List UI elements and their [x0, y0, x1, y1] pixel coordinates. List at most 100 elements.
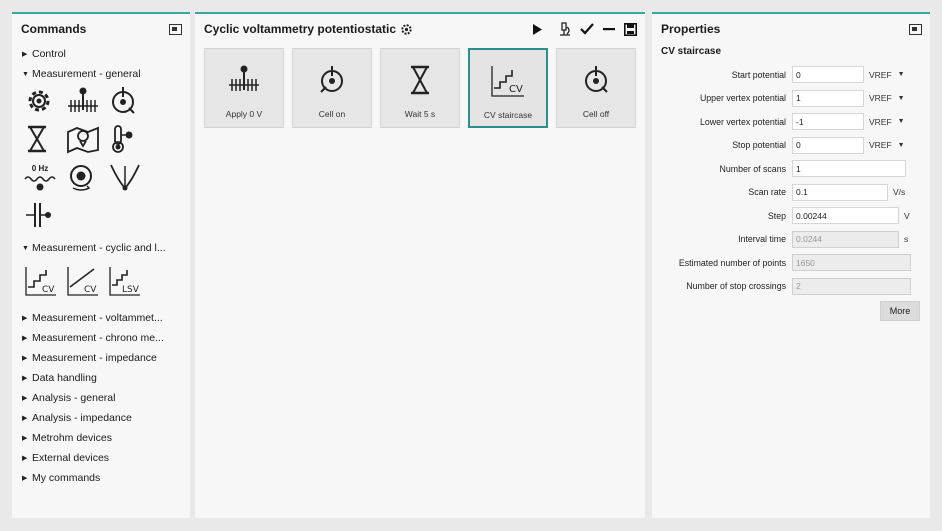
step-label: CV staircase	[483, 110, 533, 120]
pin-panel-icon[interactable]	[169, 23, 182, 35]
tree-item-label: Measurement - cyclic and l...	[32, 242, 166, 254]
thermometer-icon[interactable]	[108, 122, 150, 156]
tree-item-label: Measurement - chrono me...	[32, 332, 164, 344]
step-label: Cell on	[318, 109, 346, 119]
unit-label: V	[899, 211, 910, 221]
map-pin-icon[interactable]	[66, 122, 108, 156]
category-list: ▶ Measurement - voltammet... ▶ Measurement …	[12, 308, 190, 488]
property-row: Lower vertex potential -1 VREF ▼	[652, 110, 930, 134]
property-label: Step	[767, 210, 786, 221]
unit-label[interactable]: VREF ▼	[864, 70, 905, 80]
dropdown-arrow-icon[interactable]: ▼	[898, 142, 905, 149]
tree-item-label: Metrohm devices	[32, 432, 112, 444]
property-input[interactable]: 1	[792, 160, 906, 178]
unit-text: VREF	[869, 140, 892, 151]
step-cell-off[interactable]: Cell off	[556, 48, 636, 128]
collapsed-arrow-icon: ▶	[22, 435, 28, 442]
property-label: Number of stop crossings	[686, 281, 786, 292]
collapsed-arrow-icon: ▶	[22, 475, 28, 482]
tree-item-category[interactable]: ▶ Measurement - impedance	[12, 348, 190, 368]
cv-staircase-icon[interactable]: CV	[24, 264, 66, 298]
property-input[interactable]: 0	[792, 66, 864, 84]
property-label: Upper vertex potential	[699, 93, 786, 104]
step-wait[interactable]: Wait 5 s	[380, 48, 460, 128]
tree-item-category[interactable]: ▶ External devices	[12, 448, 190, 468]
procedure-settings-icon[interactable]	[401, 23, 412, 35]
property-fields: Start potential 0 VREF ▼ Upper vertex potent…	[652, 63, 930, 298]
tree-item-label: Measurement - impedance	[32, 352, 157, 364]
lsv-staircase-icon[interactable]: LSV	[108, 264, 150, 298]
property-row: Number of scans 1	[652, 157, 930, 181]
tree-item-category[interactable]: ▶ Metrohm devices	[12, 428, 190, 448]
wait-hourglass-icon[interactable]	[24, 122, 66, 156]
commands-header: Commands	[12, 14, 190, 44]
property-input[interactable]: -1	[792, 113, 864, 131]
step-label: Apply 0 V	[225, 109, 263, 119]
tree-item-label: Control	[32, 48, 66, 60]
collapsed-arrow-icon: ▶	[22, 375, 28, 382]
property-input[interactable]: 0.1	[792, 183, 888, 201]
tree-item-measurement-cyclic[interactable]: ▼ Measurement - cyclic and l...	[12, 238, 190, 258]
dropdown-arrow-icon[interactable]: ▼	[898, 95, 905, 102]
unit-text: VREF	[869, 93, 892, 104]
apply-potential-icon[interactable]	[66, 84, 108, 118]
unit-label[interactable]: VREF ▼	[864, 117, 905, 127]
settings-icon[interactable]	[24, 84, 66, 118]
tree-item-label: Analysis - impedance	[32, 412, 132, 424]
property-input[interactable]: 0	[792, 136, 864, 154]
minus-icon[interactable]	[603, 27, 615, 31]
unit-label[interactable]: VREF ▼	[864, 93, 905, 103]
cv-icon-text: CV	[42, 285, 55, 295]
property-input[interactable]: 1	[792, 89, 864, 107]
unit-text: VREF	[869, 69, 892, 80]
property-row: Start potential 0 VREF ▼	[652, 63, 930, 87]
properties-header: Properties	[652, 14, 930, 44]
property-row: Step 0.00244 V	[652, 204, 930, 228]
dropdown-arrow-icon[interactable]: ▼	[898, 71, 905, 78]
step-label: Cell off	[582, 109, 610, 119]
property-input: 1650	[792, 254, 911, 272]
step-cv-staircase[interactable]: CV CV staircase	[468, 48, 548, 128]
cv-linear-icon[interactable]: CV	[66, 264, 108, 298]
tree-item-measurement-general[interactable]: ▼ Measurement - general	[12, 64, 190, 84]
pin-panel-icon[interactable]	[909, 23, 922, 35]
property-label: Estimated number of points	[678, 257, 786, 268]
properties-title: Properties	[661, 22, 721, 36]
tree-item-category[interactable]: ▶ Data handling	[12, 368, 190, 388]
tree-item-category[interactable]: ▶ Analysis - general	[12, 388, 190, 408]
microscope-icon[interactable]	[559, 22, 571, 36]
property-input[interactable]: 0.00244	[792, 207, 899, 225]
step-cell-on[interactable]: Cell on	[292, 48, 372, 128]
dropdown-arrow-icon[interactable]: ▼	[898, 118, 905, 125]
commands-title: Commands	[21, 22, 87, 36]
tree-item-category[interactable]: ▶ Measurement - chrono me...	[12, 328, 190, 348]
property-label: Start potential	[731, 69, 786, 80]
stir-icon[interactable]	[66, 160, 108, 194]
property-label: Number of scans	[719, 163, 787, 174]
tree-item-control[interactable]: ▶ Control	[12, 44, 190, 64]
procedure-panel: Cyclic voltammetry potentiostatic Apply …	[195, 12, 645, 518]
more-button[interactable]: More	[880, 301, 920, 321]
unit-label[interactable]: VREF ▼	[864, 140, 905, 150]
tree-item-category[interactable]: ▶ Analysis - impedance	[12, 408, 190, 428]
electrode-icon[interactable]	[108, 160, 150, 194]
cell-switch-icon[interactable]	[108, 84, 150, 118]
tree-item-category[interactable]: ▶ Measurement - voltammet...	[12, 308, 190, 328]
property-label: Stop potential	[732, 140, 786, 151]
property-row: Upper vertex potential 1 VREF ▼	[652, 87, 930, 111]
save-icon[interactable]	[624, 22, 637, 36]
check-icon[interactable]	[580, 23, 594, 35]
cell-connector-icon[interactable]	[24, 198, 66, 232]
step-apply-0v[interactable]: Apply 0 V	[204, 48, 284, 128]
collapsed-arrow-icon: ▶	[22, 355, 28, 362]
cyclic-command-icons: CV CV LSV	[12, 264, 190, 298]
collapsed-arrow-icon: ▶	[22, 315, 28, 322]
property-input: 2	[792, 277, 911, 295]
play-icon[interactable]	[532, 23, 542, 35]
tree-item-label: Measurement - general	[32, 68, 141, 80]
property-row: Interval time 0.0244 s	[652, 228, 930, 252]
unit-label: V/s	[888, 187, 905, 197]
unit-text: V/s	[893, 187, 906, 198]
tree-item-category[interactable]: ▶ My commands	[12, 468, 190, 488]
frequency-icon[interactable]: 0 Hz	[24, 160, 66, 194]
